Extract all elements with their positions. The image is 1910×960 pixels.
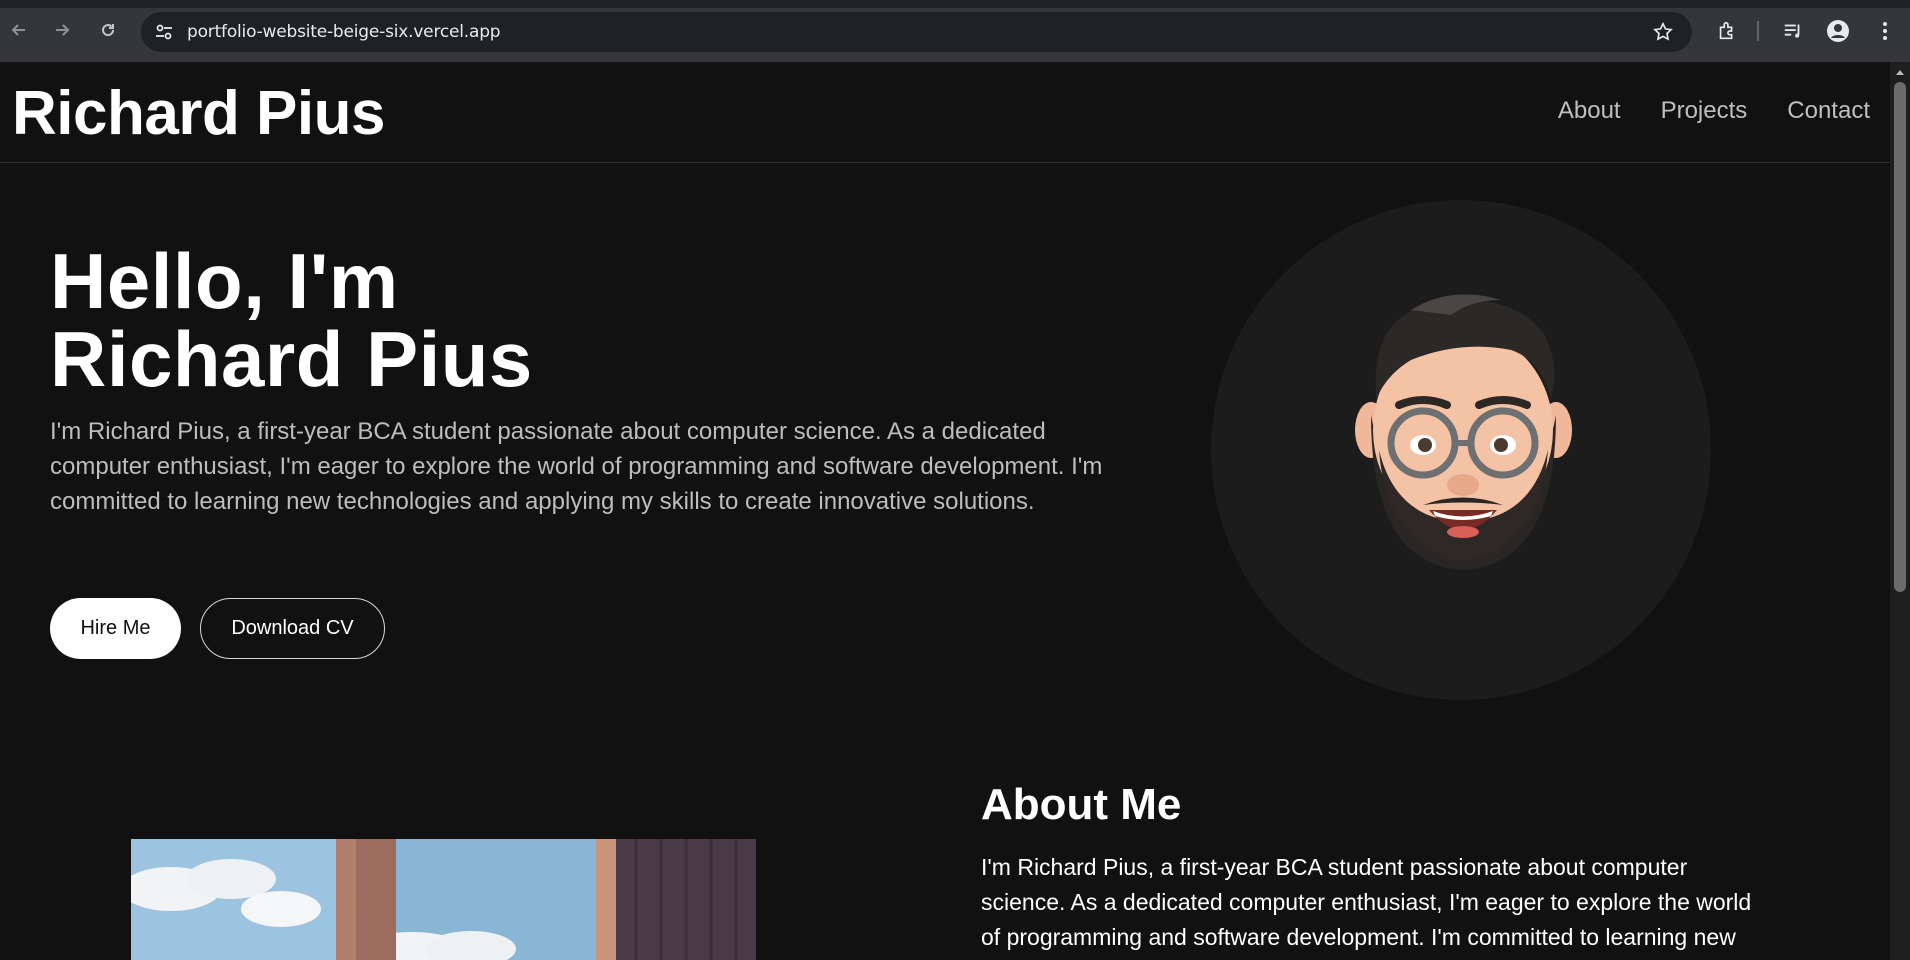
browser-toolbar: portfolio-website-beige-six.vercel.app [0, 0, 1910, 62]
toolbar-divider [1757, 21, 1759, 41]
page-scrollbar[interactable] [1890, 62, 1910, 960]
scroll-up-arrow-icon[interactable] [1894, 66, 1906, 78]
address-bar[interactable]: portfolio-website-beige-six.vercel.app [141, 12, 1692, 52]
page-viewport: Richard Pius About Projects Contact Hell… [0, 62, 1890, 960]
about-illustration-image [131, 839, 756, 960]
site-header: Richard Pius About Projects Contact [0, 62, 1890, 163]
about-photo [131, 839, 756, 960]
about-title: About Me [981, 780, 1182, 829]
hero-title: Hello, I'm Richard Pius [50, 242, 533, 398]
forward-icon[interactable] [49, 17, 75, 43]
bookmark-star-icon[interactable] [1652, 21, 1674, 48]
reload-icon[interactable] [95, 17, 121, 43]
profile-icon[interactable] [1824, 17, 1852, 45]
hero-description: I'm Richard Pius, a first-year BCA stude… [50, 418, 1103, 515]
back-icon[interactable] [6, 17, 32, 43]
url-text[interactable]: portfolio-website-beige-six.vercel.app [187, 22, 501, 42]
memoji-avatar-image [1355, 294, 1572, 570]
nav-link-projects[interactable]: Projects [1661, 97, 1748, 125]
hero-title-line2: Richard Pius [50, 315, 533, 403]
download-cv-button[interactable]: Download CV [200, 598, 385, 659]
nav-link-about[interactable]: About [1558, 97, 1621, 125]
about-description: I'm Richard Pius, a first-year BCA stude… [981, 854, 1752, 950]
menu-kebab-icon[interactable] [1871, 17, 1899, 45]
extensions-icon[interactable] [1713, 17, 1741, 45]
media-controls-icon[interactable] [1779, 17, 1807, 45]
main-nav: About Projects Contact [1558, 97, 1870, 125]
hero-title-line1: Hello, I'm [50, 237, 399, 325]
site-settings-icon[interactable] [154, 23, 174, 46]
scrollbar-thumb[interactable] [1894, 82, 1906, 592]
avatar [1211, 200, 1711, 700]
hire-me-button[interactable]: Hire Me [50, 598, 181, 659]
site-logo[interactable]: Richard Pius [12, 78, 386, 149]
nav-link-contact[interactable]: Contact [1787, 97, 1870, 125]
